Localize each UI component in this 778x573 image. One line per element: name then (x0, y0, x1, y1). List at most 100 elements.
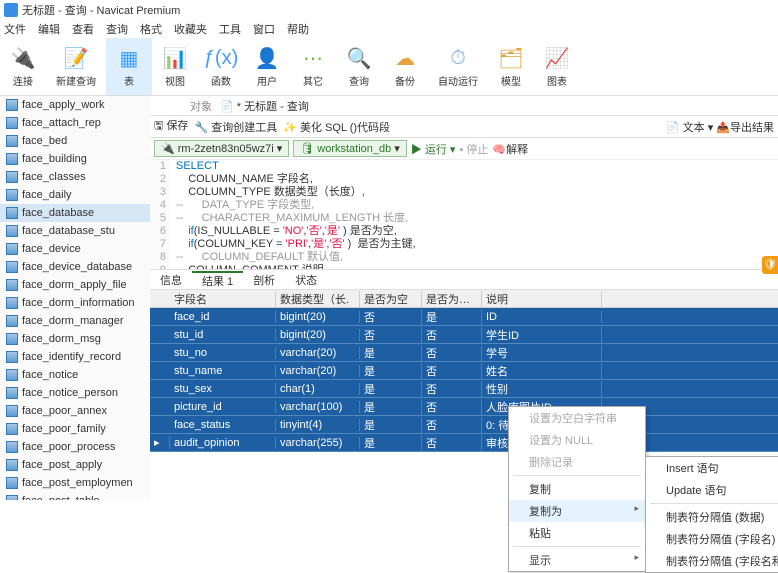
grid-row[interactable]: stu_novarchar(20)是否学号 (150, 344, 778, 362)
table-icon (6, 441, 18, 453)
table-face_notice_person[interactable]: face_notice_person (0, 384, 150, 402)
table-icon (6, 171, 18, 183)
toolbar-自动运行[interactable]: ⏱自动运行 (428, 38, 488, 95)
text-button[interactable]: 📄 文本 ▾ 📤导出结果 (666, 119, 774, 135)
rtab-剖析[interactable]: 剖析 (243, 272, 285, 288)
menu-帮助[interactable]: 帮助 (287, 21, 309, 37)
ctx-制表符分隔值 (字段名)[interactable]: 制表符分隔值 (字段名) (646, 528, 778, 550)
table-face_attach_rep[interactable]: face_attach_rep (0, 114, 150, 132)
toolbar-连接[interactable]: 🔌连接 (0, 38, 46, 95)
toolbar-查询[interactable]: 🔍查询 (336, 38, 382, 95)
beautify-button[interactable]: ✨ 美化 SQL ()代码段 (283, 119, 390, 135)
table-face_identify_record[interactable]: face_identify_record (0, 348, 150, 366)
col-是否为主键[interactable]: 是否为主键 (422, 291, 482, 307)
table-icon (6, 99, 18, 111)
sql-editor[interactable]: 123456789 SELECT COLUMN_NAME 字段名, COLUMN… (150, 160, 778, 270)
table-face_device_database[interactable]: face_device_database (0, 258, 150, 276)
rtab-状态[interactable]: 状态 (285, 272, 327, 288)
menu-查看[interactable]: 查看 (72, 21, 94, 37)
builder-button[interactable]: 🔧 查询创建工具 (194, 119, 277, 135)
table-face_device[interactable]: face_device (0, 240, 150, 258)
grid-row[interactable]: stu_sexchar(1)是否性别 (150, 380, 778, 398)
table-face_poor_process[interactable]: face_poor_process (0, 438, 150, 456)
col-说明[interactable]: 说明 (482, 291, 602, 307)
ctx-Update 语句[interactable]: Update 语句 (646, 479, 778, 501)
ctx-复制[interactable]: 复制 (509, 478, 645, 500)
table-face_poor_family[interactable]: face_poor_family (0, 420, 150, 438)
toolbar-函数[interactable]: ƒ(x)函数 (198, 38, 244, 95)
grid-row[interactable]: face_idbigint(20)否是ID (150, 308, 778, 326)
query-actions: 🖫 保存 🔧 查询创建工具 ✨ 美化 SQL ()代码段 📄 文本 ▾ 📤导出结… (150, 116, 778, 138)
table-face_post_apply[interactable]: face_post_apply (0, 456, 150, 474)
table-face_dorm_manager[interactable]: face_dorm_manager (0, 312, 150, 330)
table-face_notice[interactable]: face_notice (0, 366, 150, 384)
explain-button[interactable]: 🧠解释 (492, 141, 528, 157)
table-face_building[interactable]: face_building (0, 150, 150, 168)
ctx-制表符分隔值 (数据)[interactable]: 制表符分隔值 (数据) (646, 506, 778, 528)
tab-objects[interactable]: 对象 (190, 98, 212, 114)
grid-row[interactable]: ▸audit_opinionvarchar(255)是否审核意见 (150, 434, 778, 452)
table-face_daily[interactable]: face_daily (0, 186, 150, 204)
toolbar-模型[interactable]: 🗂模型 (488, 38, 534, 95)
table-face_bed[interactable]: face_bed (0, 132, 150, 150)
table-icon (6, 243, 18, 255)
ctx-删除记录[interactable]: 删除记录 (509, 451, 645, 473)
app-icon (4, 3, 18, 17)
table-face_classes[interactable]: face_classes (0, 168, 150, 186)
ctx-粘贴[interactable]: 粘贴 (509, 522, 645, 544)
table-face_apply_work[interactable]: face_apply_work (0, 96, 150, 114)
table-face_database_stu[interactable]: face_database_stu (0, 222, 150, 240)
menu-窗口[interactable]: 窗口 (253, 21, 275, 37)
db-select[interactable]: 🛢 workstation_db ▾ (293, 140, 407, 157)
stop-button: ▪ 停止 (459, 141, 488, 157)
table-icon (6, 477, 18, 489)
ctx-设置为空白字符串[interactable]: 设置为空白字符串 (509, 407, 645, 429)
table-face_poor_annex[interactable]: face_poor_annex (0, 402, 150, 420)
table-face_dorm_msg[interactable]: face_dorm_msg (0, 330, 150, 348)
table-face_post_table[interactable]: face_post_table (0, 492, 150, 500)
rtab-信息[interactable]: 信息 (150, 272, 192, 288)
menu-查询[interactable]: 查询 (106, 21, 128, 37)
toolbar-新建查询[interactable]: 📝新建查询 (46, 38, 106, 95)
col-是否为空[interactable]: 是否为空 (360, 291, 422, 307)
ctx-制表符分隔值 (字段名和数据)[interactable]: 制表符分隔值 (字段名和数据) (646, 550, 778, 572)
menu-格式[interactable]: 格式 (140, 21, 162, 37)
grid-row[interactable]: face_statustinyint(4)是否0: 待审核 1：已通过 (150, 416, 778, 434)
title-bar: 无标题 - 查询 - Navicat Premium (0, 0, 778, 20)
toolbar-备份[interactable]: ☁备份 (382, 38, 428, 95)
ctx-Insert 语句[interactable]: Insert 语句 (646, 457, 778, 479)
table-icon (6, 333, 18, 345)
col-字段名[interactable]: 字段名 (170, 291, 276, 307)
menu-收藏夹[interactable]: 收藏夹 (174, 21, 207, 37)
toolbar-表[interactable]: ▦表 (106, 38, 152, 95)
tab-query[interactable]: 无标题 - 查询 (244, 101, 309, 113)
ctx-设置为 NULL[interactable]: 设置为 NULL (509, 429, 645, 451)
host-select[interactable]: 🔌 rm-2zetn83n05wz7i ▾ (154, 140, 289, 157)
save-button[interactable]: 🖫 保存 (154, 117, 188, 136)
grid-row[interactable]: stu_namevarchar(20)是否姓名 (150, 362, 778, 380)
table-face_post_employmen[interactable]: face_post_employmen (0, 474, 150, 492)
grid-row[interactable]: stu_idbigint(20)否否学生ID (150, 326, 778, 344)
grid-row[interactable]: picture_idvarchar(100)是否人脸库图片ID (150, 398, 778, 416)
help-badge[interactable]: 🛡 (762, 256, 778, 274)
table-face_dorm_apply_file[interactable]: face_dorm_apply_file (0, 276, 150, 294)
table-icon (6, 207, 18, 219)
object-sidebar: face_apply_workface_attach_repface_bedfa… (0, 96, 150, 500)
col-数据类型（长.[interactable]: 数据类型（长. (276, 291, 360, 307)
ctx-显示[interactable]: 显示 (509, 549, 645, 571)
context-menu: 设置为空白字符串设置为 NULL删除记录复制复制为粘贴显示 (508, 406, 646, 572)
menu-编辑[interactable]: 编辑 (38, 21, 60, 37)
toolbar-视图[interactable]: 📊视图 (152, 38, 198, 95)
rtab-结果 1[interactable]: 结果 1 (192, 271, 243, 289)
menu-工具[interactable]: 工具 (219, 21, 241, 37)
window-title: 无标题 - 查询 - Navicat Premium (22, 2, 180, 18)
table-face_database[interactable]: face_database (0, 204, 150, 222)
ctx-复制为[interactable]: 复制为 (509, 500, 645, 522)
menu-文件[interactable]: 文件 (4, 21, 26, 37)
table-face_dorm_information[interactable]: face_dorm_information (0, 294, 150, 312)
toolbar-用户[interactable]: 👤用户 (244, 38, 290, 95)
toolbar-其它[interactable]: ⋯其它 (290, 38, 336, 95)
run-button[interactable]: ▶ 运行 ▾ (411, 141, 456, 157)
toolbar-图表[interactable]: 📈图表 (534, 38, 580, 95)
table-icon (6, 279, 18, 291)
